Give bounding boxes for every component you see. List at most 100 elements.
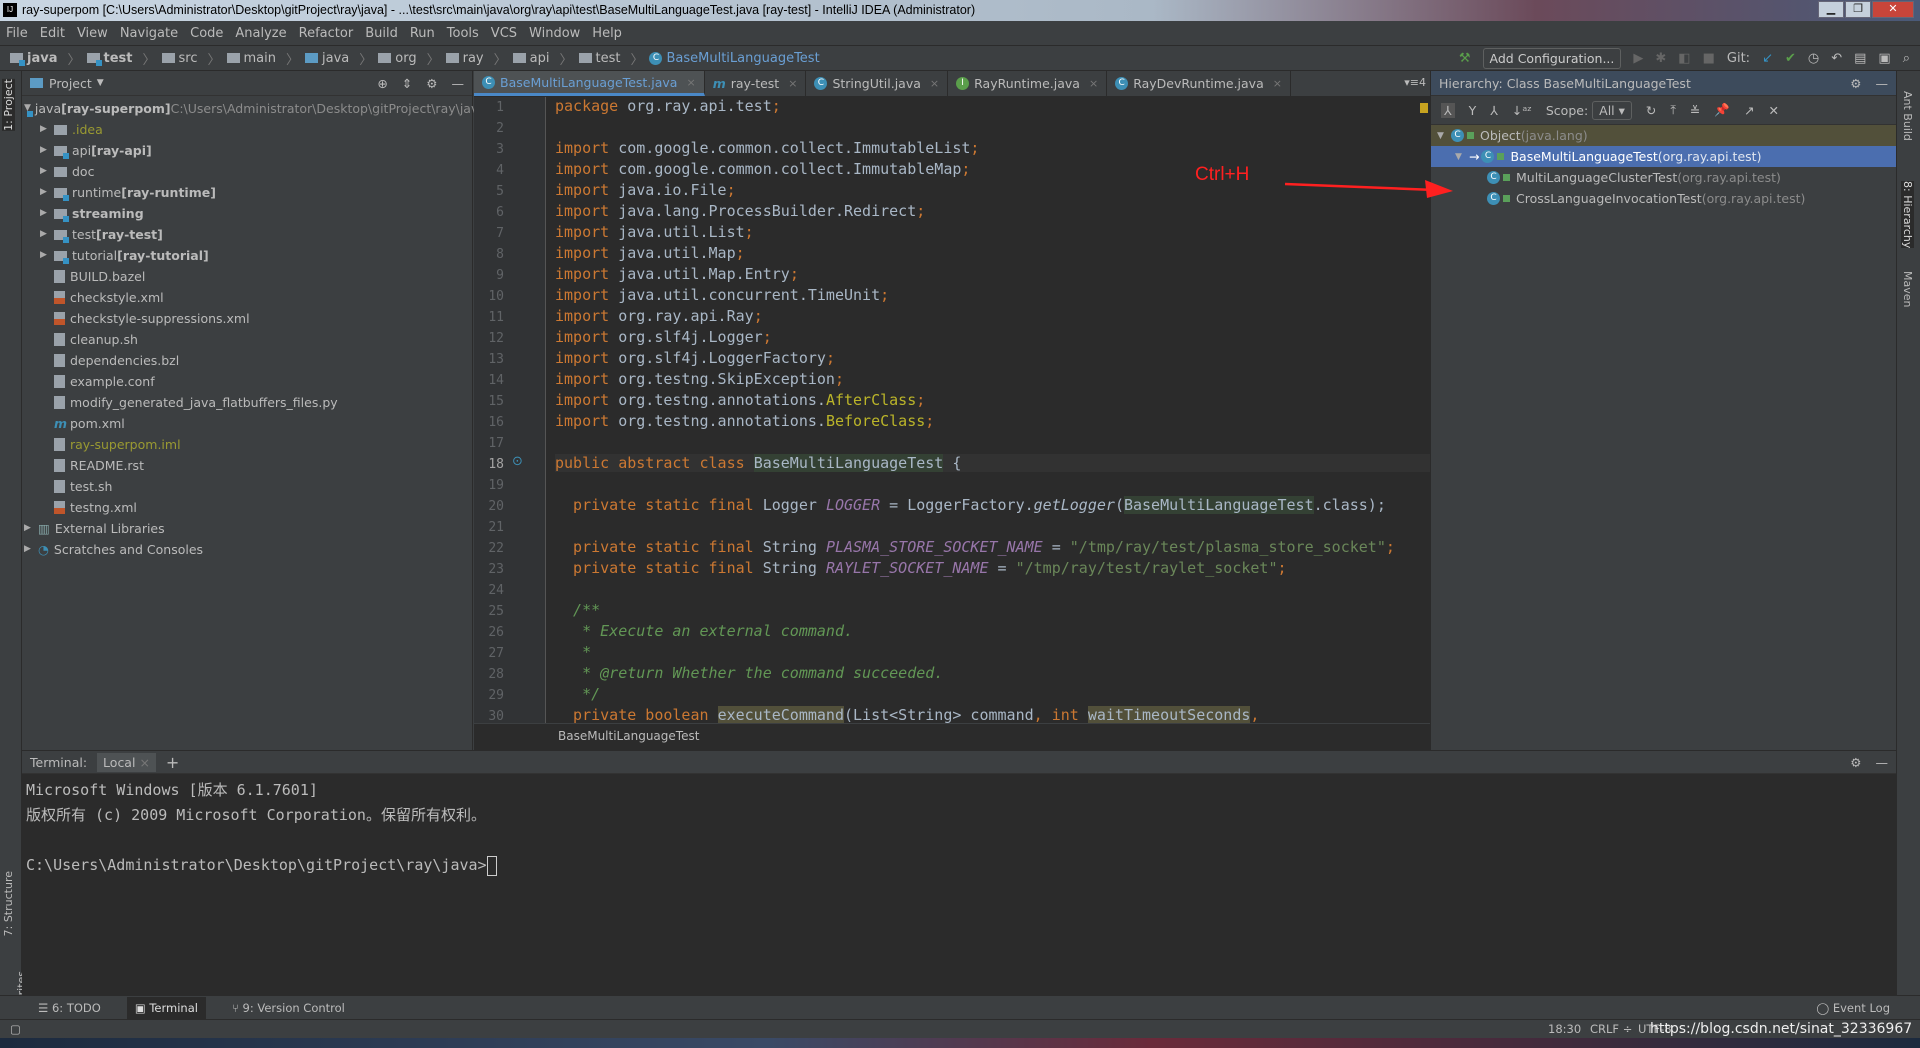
todo-tab[interactable]: ☰ 6: TODO	[30, 997, 109, 1019]
code-line[interactable]: import org.slf4j.Logger;	[555, 328, 772, 346]
tree-item[interactable]: ▼ java [ray-superpom] C:\Users\Administra…	[22, 98, 486, 119]
tree-item[interactable]: ▶ test [ray-test]	[22, 224, 472, 245]
expand-all-icon[interactable]: ≚	[1690, 103, 1700, 118]
code-line[interactable]: import com.google.common.collect.Immutab…	[555, 160, 970, 178]
tree-item[interactable]: ▶ ▥ External Libraries	[22, 518, 472, 539]
line-separator[interactable]: CRLF ÷	[1590, 1022, 1632, 1036]
tree-item[interactable]: ▶ runtime [ray-runtime]	[22, 182, 472, 203]
menu-refactor[interactable]: Refactor	[299, 26, 354, 41]
minimize-button[interactable]: ▁	[1818, 1, 1844, 18]
expand-arrow-icon[interactable]: ▶	[40, 140, 54, 161]
tree-item[interactable]: cleanup.sh	[22, 329, 472, 350]
expand-arrow-icon[interactable]: ▼	[1437, 131, 1451, 141]
caret-position[interactable]: 18:30	[1548, 1022, 1581, 1036]
menu-edit[interactable]: Edit	[40, 26, 65, 41]
scope-dropdown[interactable]: All ▾	[1592, 100, 1632, 120]
code-line[interactable]: public abstract class BaseMultiLanguageT…	[555, 454, 1430, 472]
collapse-icon[interactable]: ⇕	[402, 76, 412, 91]
tree-item[interactable]: ray-superpom.iml	[22, 434, 472, 455]
coverage-icon[interactable]: ◧	[1678, 51, 1690, 66]
code-line[interactable]: import java.lang.ProcessBuilder.Redirect…	[555, 202, 925, 220]
tree-item[interactable]: BUILD.bazel	[22, 266, 472, 287]
type-hierarchy-icon[interactable]: ⅄	[1441, 102, 1455, 118]
editor-tab[interactable]: C BaseMultiLanguageTest.java ×	[474, 71, 705, 96]
tree-item[interactable]: modify_generated_java_flatbuffers_files.…	[22, 392, 472, 413]
git-update-icon[interactable]: ↙	[1762, 51, 1773, 66]
close-tab-icon[interactable]: ×	[1089, 77, 1098, 90]
breadcrumb-item[interactable]: main 〉	[226, 49, 299, 68]
breadcrumb-item[interactable]: test 〉	[86, 49, 156, 68]
code-line[interactable]: package org.ray.api.test;	[555, 97, 781, 115]
sort-alpha-icon[interactable]: ↓ᵃᶻ	[1512, 103, 1532, 118]
close-tab-icon[interactable]: ×	[788, 77, 797, 90]
code-line[interactable]: * @return Whether the command succeeded.	[555, 664, 943, 682]
terminal-tab[interactable]: ▣ Terminal	[126, 996, 206, 1019]
tree-item[interactable]: ▶ tutorial [ray-tutorial]	[22, 245, 472, 266]
close-tab-icon[interactable]: ×	[930, 77, 939, 90]
close-tab-icon[interactable]: ×	[686, 76, 695, 89]
breadcrumb-item[interactable]: api 〉	[512, 49, 573, 68]
subtypes-icon[interactable]: ⅄	[1490, 103, 1498, 118]
code-line[interactable]: import java.util.Map.Entry;	[555, 265, 799, 283]
code-line[interactable]: private static final String RAYLET_SOCKE…	[555, 559, 1286, 577]
tree-item[interactable]: checkstyle-suppressions.xml	[22, 308, 472, 329]
code-line[interactable]: * Execute an external command.	[555, 622, 853, 640]
menu-run[interactable]: Run	[410, 26, 435, 41]
tree-item[interactable]: dependencies.bzl	[22, 350, 472, 371]
menu-analyze[interactable]: Analyze	[235, 26, 286, 41]
expand-arrow-icon[interactable]: ▶	[24, 518, 38, 539]
terminal-tab-local[interactable]: Local ×	[97, 752, 156, 772]
hierarchy-item[interactable]: ▼ → C BaseMultiLanguageTest (org.ray.api.te…	[1431, 146, 1896, 167]
gear-icon[interactable]: ⚙	[1850, 755, 1861, 770]
code-line[interactable]: *	[555, 643, 591, 661]
tree-item[interactable]: checkstyle.xml	[22, 287, 472, 308]
tree-item[interactable]: testng.xml	[22, 497, 472, 518]
run-icon[interactable]: ▶	[1633, 51, 1643, 66]
run-anything-icon[interactable]: ▣	[1878, 51, 1890, 66]
locate-icon[interactable]: ⊕	[377, 76, 387, 91]
breadcrumb-item[interactable]: test 〉	[578, 49, 643, 68]
event-log-button[interactable]: ◯ Event Log	[1816, 1001, 1890, 1015]
hierarchy-item[interactable]: C MultiLanguageClusterTest (org.ray.api.t…	[1431, 167, 1896, 188]
tree-item[interactable]: test.sh	[22, 476, 472, 497]
hide-icon[interactable]: —	[1876, 755, 1889, 770]
breadcrumb-item[interactable]: org 〉	[378, 49, 440, 68]
add-configuration-button[interactable]: Add Configuration...	[1482, 48, 1622, 69]
supertypes-icon[interactable]: Y	[1469, 103, 1477, 118]
hide-icon[interactable]: —	[452, 76, 465, 91]
expand-arrow-icon[interactable]: ▶	[24, 539, 38, 560]
stop-icon[interactable]: ■	[1703, 51, 1715, 66]
debug-icon[interactable]: ✱	[1655, 51, 1666, 66]
new-terminal-button[interactable]: +	[166, 753, 179, 772]
menu-vcs[interactable]: VCS	[491, 26, 517, 41]
breadcrumb-item[interactable]: C BaseMultiLanguageTest	[649, 49, 820, 68]
code-line[interactable]: import org.testng.SkipException;	[555, 370, 844, 388]
gear-icon[interactable]: ⚙	[426, 76, 437, 91]
breadcrumb-item[interactable]: src 〉	[161, 49, 221, 68]
hide-icon[interactable]: —	[1876, 76, 1889, 91]
menu-help[interactable]: Help	[592, 26, 622, 41]
breadcrumb-item[interactable]: ray 〉	[445, 49, 507, 68]
menu-view[interactable]: View	[77, 26, 108, 41]
menu-file[interactable]: File	[6, 26, 28, 41]
menu-window[interactable]: Window	[529, 26, 580, 41]
tree-item[interactable]: ▶ ◔ Scratches and Consoles	[22, 539, 472, 560]
code-line[interactable]: import java.util.List;	[555, 223, 754, 241]
tree-item[interactable]: example.conf	[22, 371, 472, 392]
version-control-tab[interactable]: ⑂ 9: Version Control	[224, 997, 353, 1019]
project-structure-icon[interactable]: ▤	[1854, 51, 1866, 66]
refresh-icon[interactable]: ↻	[1646, 103, 1656, 118]
history-icon[interactable]: ◷	[1808, 51, 1819, 66]
menu-build[interactable]: Build	[365, 26, 398, 41]
maven-tool-tab[interactable]: Maven	[1901, 271, 1914, 307]
tree-item[interactable]: ▶ doc	[22, 161, 472, 182]
editor-tab[interactable]: C StringUtil.java ×	[806, 71, 949, 96]
git-commit-icon[interactable]: ✔	[1785, 51, 1796, 66]
code-line[interactable]: private static final String PLASMA_STORE…	[555, 538, 1395, 556]
menu-code[interactable]: Code	[190, 26, 223, 41]
close-tab-icon[interactable]: ×	[1273, 77, 1282, 90]
expand-arrow-icon[interactable]: ▶	[40, 119, 54, 140]
tree-item[interactable]: m pom.xml	[22, 413, 472, 434]
expand-arrow-icon[interactable]: ▶	[40, 161, 54, 182]
tabs-overflow[interactable]: ▾≡4	[1400, 71, 1430, 96]
